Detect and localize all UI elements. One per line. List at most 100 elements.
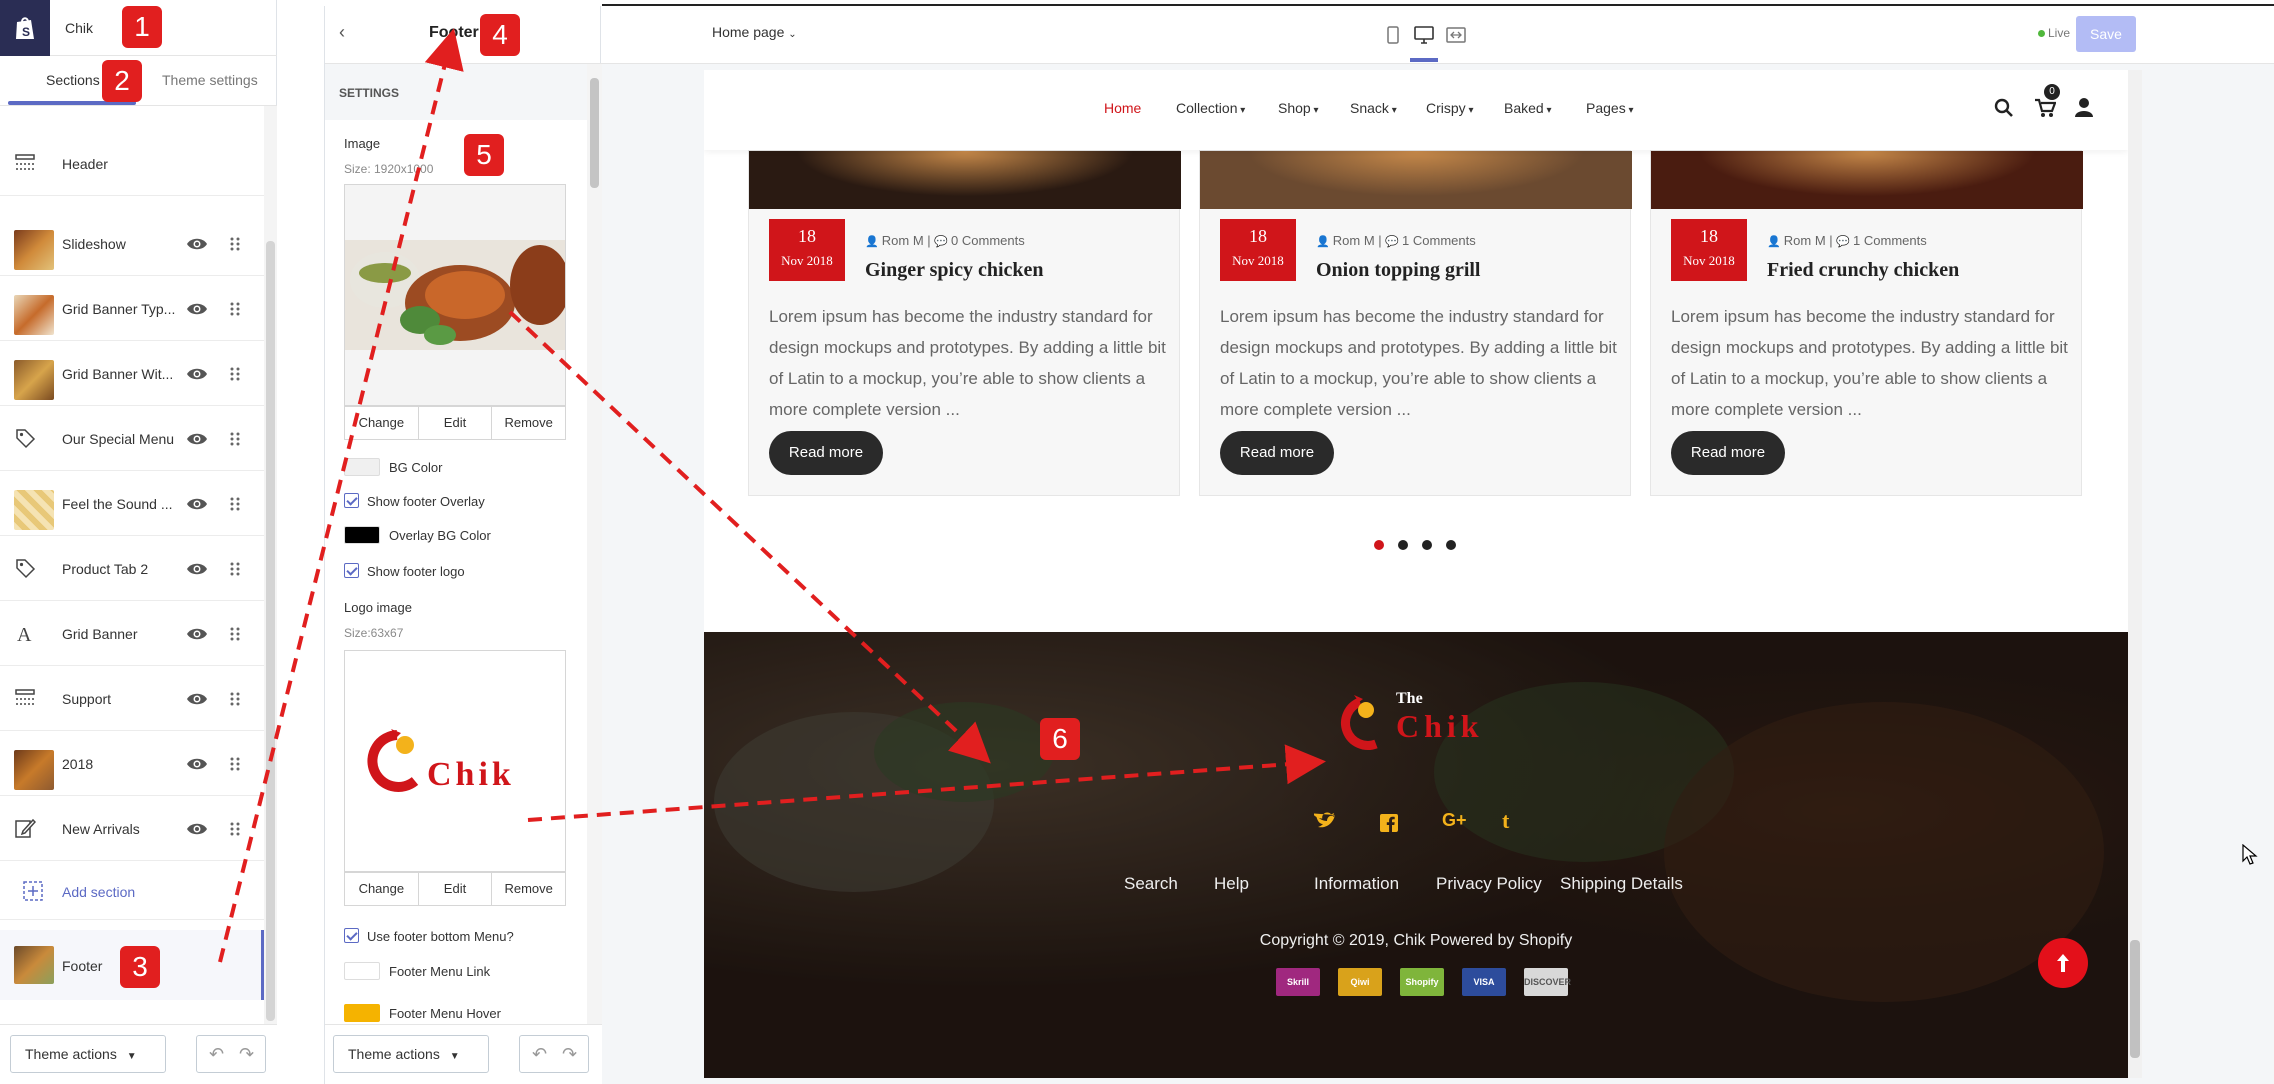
nav-item[interactable]: Crispy ▾ [1426, 100, 1473, 116]
change-logo-button[interactable]: Change [345, 873, 419, 905]
page-selector[interactable]: Home page ⌄ [712, 24, 797, 40]
drag-handle-icon[interactable] [230, 624, 240, 644]
carousel-dot[interactable] [1422, 540, 1432, 550]
account-icon[interactable] [2074, 97, 2094, 117]
sidebar-item-section[interactable]: Grid Banner Typ... [0, 277, 264, 341]
back-arrow-icon[interactable]: ‹ [339, 22, 345, 43]
add-section-button[interactable]: Add section [0, 860, 264, 920]
undo-icon[interactable]: ↶ [532, 1044, 547, 1065]
eye-icon[interactable] [186, 234, 208, 254]
edit-logo-button[interactable]: Edit [419, 873, 493, 905]
eye-icon[interactable] [186, 754, 208, 774]
sidebar-item-section[interactable]: New Arrivals [0, 797, 264, 861]
scrollbar-thumb[interactable] [2130, 940, 2140, 1058]
footer-link[interactable]: Privacy Policy [1436, 874, 1542, 894]
nav-item[interactable]: Shop ▾ [1278, 100, 1319, 116]
eye-icon[interactable] [186, 689, 208, 709]
tab-sections[interactable]: Sections [46, 72, 100, 88]
eye-icon[interactable] [186, 624, 208, 644]
google-plus-icon[interactable]: G+ [1442, 810, 1467, 831]
post-comments[interactable]: 1 Comments [1402, 233, 1476, 248]
carousel-dot[interactable] [1398, 540, 1408, 550]
undo-icon[interactable]: ↶ [209, 1044, 224, 1065]
menu-hover-swatch[interactable] [344, 1004, 380, 1022]
facebook-icon[interactable] [1380, 814, 1398, 832]
sidebar-item-section[interactable]: A Grid Banner [0, 602, 264, 666]
sidebar-item-section[interactable]: Our Special Menu [0, 407, 264, 471]
read-more-button[interactable]: Read more [1220, 431, 1334, 475]
remove-logo-button[interactable]: Remove [492, 873, 565, 905]
sections-scrollbar[interactable] [264, 106, 277, 1026]
redo-icon[interactable]: ↷ [239, 1044, 254, 1065]
settings-scrollbar[interactable] [587, 64, 602, 1024]
eye-icon[interactable] [186, 494, 208, 514]
show-logo-checkbox[interactable] [344, 563, 359, 578]
sidebar-item-section[interactable]: Slideshow [0, 212, 264, 276]
drag-handle-icon[interactable] [230, 429, 240, 449]
redo-icon[interactable]: ↷ [562, 1044, 577, 1065]
theme-actions-button[interactable]: Theme actions ▼ [10, 1035, 166, 1073]
drag-handle-icon[interactable] [230, 234, 240, 254]
sidebar-item-section[interactable]: Grid Banner Wit... [0, 342, 264, 406]
carousel-dot[interactable] [1374, 540, 1384, 550]
eye-icon[interactable] [186, 819, 208, 839]
tab-theme-settings[interactable]: Theme settings [162, 72, 258, 88]
remove-image-button[interactable]: Remove [492, 407, 565, 439]
eye-icon[interactable] [186, 364, 208, 384]
drag-handle-icon[interactable] [230, 494, 240, 514]
scrollbar-thumb[interactable] [266, 241, 275, 1021]
post-title[interactable]: Ginger spicy chicken [865, 259, 1044, 282]
eye-icon[interactable] [186, 559, 208, 579]
search-icon[interactable] [1994, 98, 2014, 118]
menu-link-swatch[interactable] [344, 962, 380, 980]
mobile-view-icon[interactable] [1386, 26, 1400, 44]
sidebar-item-section[interactable]: Header [0, 132, 264, 196]
use-bottom-menu-checkbox[interactable] [344, 928, 359, 943]
post-comments[interactable]: 1 Comments [1853, 233, 1927, 248]
footer-link[interactable]: Shipping Details [1560, 874, 1683, 894]
desktop-view-icon[interactable] [1414, 26, 1434, 44]
sidebar-item-section[interactable]: Product Tab 2 [0, 537, 264, 601]
post-title[interactable]: Onion topping grill [1316, 259, 1481, 282]
scrollbar-thumb[interactable] [590, 78, 599, 188]
footer-link[interactable]: Help [1214, 874, 1249, 894]
change-image-button[interactable]: Change [345, 407, 419, 439]
post-author[interactable]: Rom M [1784, 233, 1826, 248]
footer-link[interactable]: Search [1124, 874, 1178, 894]
edit-image-button[interactable]: Edit [419, 407, 493, 439]
post-title[interactable]: Fried crunchy chicken [1767, 259, 1959, 282]
store-name[interactable]: Chik [65, 20, 93, 36]
nav-item[interactable]: Snack ▾ [1350, 100, 1397, 116]
sidebar-item-section[interactable]: 2018 [0, 732, 264, 796]
drag-handle-icon[interactable] [230, 689, 240, 709]
carousel-dot[interactable] [1446, 540, 1456, 550]
eye-icon[interactable] [186, 429, 208, 449]
read-more-button[interactable]: Read more [769, 431, 883, 475]
theme-actions-button[interactable]: Theme actions ▼ [333, 1035, 489, 1073]
read-more-button[interactable]: Read more [1671, 431, 1785, 475]
tumblr-icon[interactable]: t [1502, 808, 1509, 834]
bg-color-swatch[interactable] [344, 458, 380, 476]
save-button[interactable]: Save [2076, 16, 2136, 52]
footer-link[interactable]: Information [1314, 874, 1399, 894]
nav-item[interactable]: Home [1104, 100, 1141, 116]
twitter-icon[interactable] [1314, 812, 1336, 832]
cart-icon[interactable] [2034, 98, 2056, 118]
eye-icon[interactable] [186, 299, 208, 319]
nav-item[interactable]: Collection ▾ [1176, 100, 1245, 116]
post-author[interactable]: Rom M [1333, 233, 1375, 248]
drag-handle-icon[interactable] [230, 819, 240, 839]
drag-handle-icon[interactable] [230, 754, 240, 774]
post-author[interactable]: Rom M [882, 233, 924, 248]
nav-item[interactable]: Baked ▾ [1504, 100, 1552, 116]
sidebar-item-section[interactable]: Support [0, 667, 264, 731]
drag-handle-icon[interactable] [230, 559, 240, 579]
back-to-top-button[interactable] [2038, 938, 2088, 988]
post-comments[interactable]: 0 Comments [951, 233, 1025, 248]
nav-item[interactable]: Pages ▾ [1586, 100, 1634, 116]
fullscreen-view-icon[interactable] [1446, 26, 1466, 44]
shopify-logo-icon[interactable]: S [0, 0, 50, 56]
show-overlay-checkbox[interactable] [344, 493, 359, 508]
sidebar-item-section[interactable]: Feel the Sound ... [0, 472, 264, 536]
overlay-color-swatch[interactable] [344, 526, 380, 544]
